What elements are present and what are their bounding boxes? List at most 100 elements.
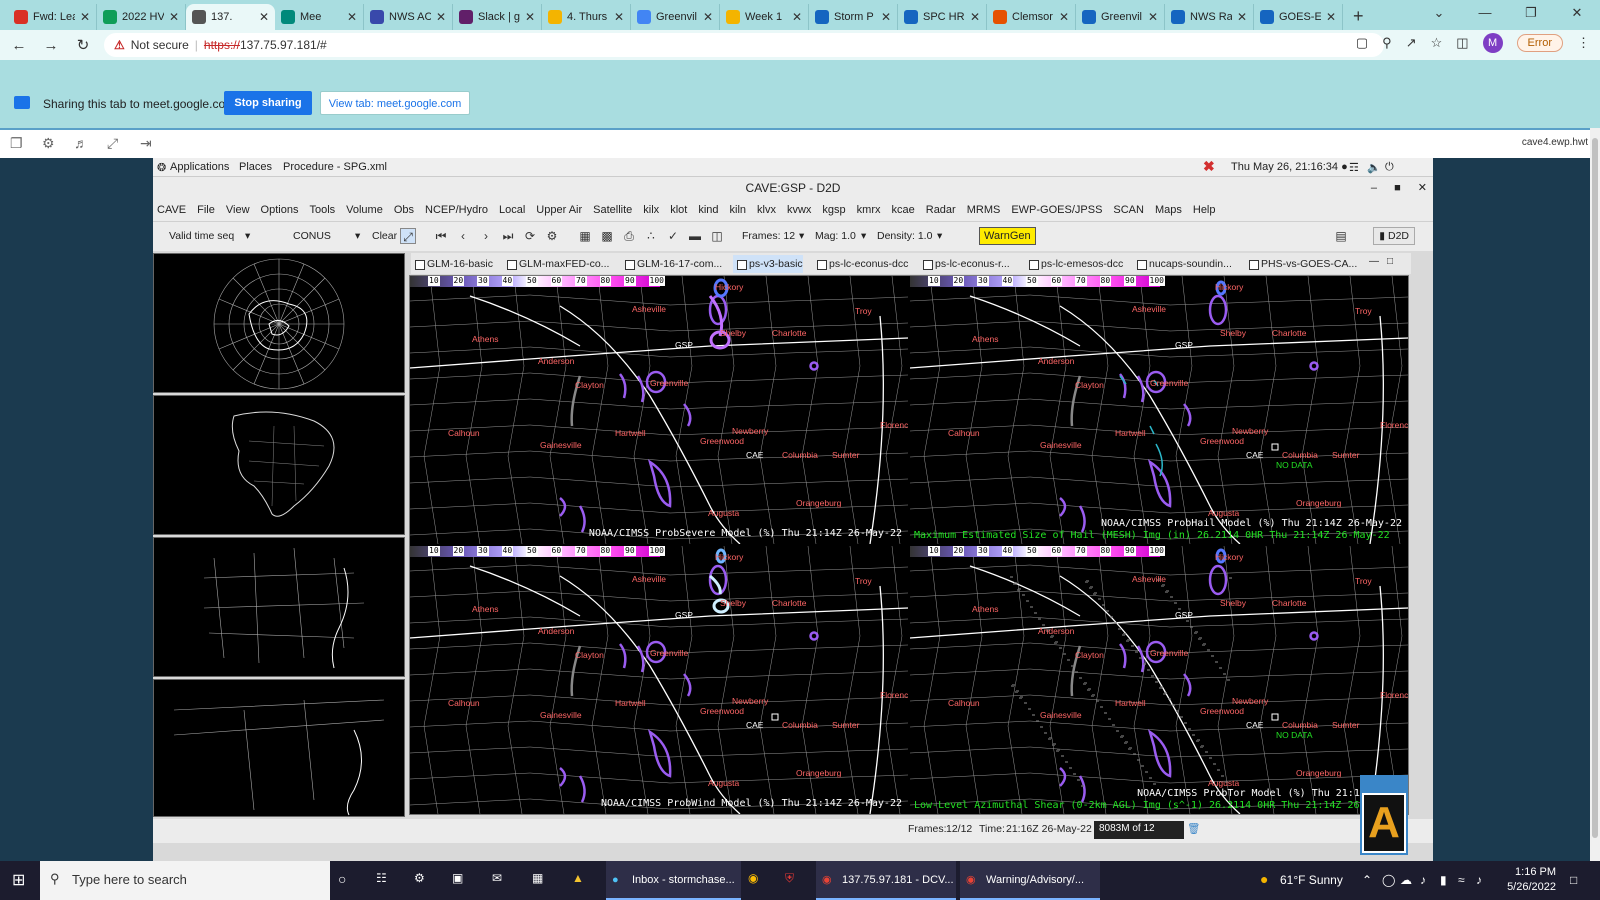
audio-icon[interactable]: ♬ (74, 135, 88, 151)
cave-menu-item[interactable]: CAVE (157, 204, 186, 216)
side-panel-east-us[interactable] (153, 537, 405, 677)
close-tab-icon[interactable]: ✕ (525, 10, 535, 24)
four-panel-display[interactable]: 10 20 30 40 50 60 70 80 90 100 Hickory Asheville Tro… (409, 275, 1409, 815)
cave-menu-item[interactable]: Maps (1155, 204, 1182, 216)
cave-menu-item[interactable]: SCAN (1113, 204, 1144, 216)
density-select[interactable]: Density: 1.0 (877, 230, 932, 242)
first-frame-icon[interactable]: ⏮ (433, 228, 449, 244)
new-tab-button[interactable]: + (1343, 4, 1374, 30)
cave-menu-item[interactable]: Upper Air (536, 204, 582, 216)
location-icon[interactable]: ◯ (1382, 873, 1395, 887)
trash-icon[interactable]: 🗑 (1187, 822, 1200, 835)
settings-icon[interactable]: ⚙ (414, 871, 425, 885)
cave-menu-item[interactable]: kmrx (857, 204, 881, 216)
browser-tab[interactable]: 137. ✕ (186, 4, 275, 30)
url-input[interactable]: ⚠ Not secure | https://137.75.97.181/# (104, 33, 1384, 57)
mag-select[interactable]: Mag: 1.0 (815, 230, 856, 242)
product-legend-secondary[interactable]: Low-Level Azimuthal Shear (0-2km AGL) Im… (914, 800, 1372, 811)
view-tab-button[interactable]: View tab: meet.google.com (320, 91, 470, 115)
mail-icon[interactable]: ✉ (492, 871, 502, 885)
browser-tab[interactable]: 4. Thurs ✕ (542, 4, 631, 30)
product-legend[interactable]: NOAA/CIMSS ProbSevere Model (%) Thu 21:1… (589, 528, 902, 539)
image-combination-icon[interactable]: ▩ (599, 228, 615, 244)
browser-tab[interactable]: GOES-E ✕ (1254, 4, 1343, 30)
side-panel-north-america[interactable] (153, 395, 405, 535)
close-tab-icon[interactable]: ✕ (436, 10, 446, 24)
cave-menu-item[interactable]: klvx (757, 204, 776, 216)
browser-tab[interactable]: NWS AC ✕ (364, 4, 453, 30)
close-tab-icon[interactable]: ✕ (1148, 10, 1158, 24)
cave-menu-item[interactable]: Tools (309, 204, 335, 216)
taskbar-app-dcv[interactable]: ◉ 137.75.97.181 - DCV... (816, 861, 956, 900)
time-mode-select[interactable]: Valid time seq (169, 230, 234, 242)
cave-menu-item[interactable]: kiln (730, 204, 747, 216)
menu-kebab-icon[interactable]: ⋮ (1577, 35, 1590, 51)
browser-tab[interactable]: Storm P ✕ (809, 4, 898, 30)
close-tab-icon[interactable]: ✕ (970, 10, 980, 24)
close-tab-icon[interactable]: ✕ (614, 10, 624, 24)
weather-sun-icon[interactable]: ● (1260, 871, 1268, 887)
step-back-icon[interactable]: ‹ (455, 228, 471, 244)
close-window-icon[interactable]: ✕ (1554, 0, 1600, 28)
pane-tab[interactable]: GLM-16-17-com... (621, 255, 722, 273)
cortana-icon[interactable]: ○ (338, 871, 346, 887)
close-tab-icon[interactable]: ✕ (259, 10, 269, 24)
frames-dropdown-icon[interactable]: ▾ (799, 230, 804, 242)
pane-tab[interactable]: GLM-maxFED-co... (503, 255, 609, 273)
speaker-icon[interactable]: ♪ (1476, 873, 1482, 887)
close-tab-icon[interactable]: ✕ (80, 10, 90, 24)
side-panel-icon[interactable]: ◫ (1456, 35, 1468, 51)
forward-icon[interactable]: → (40, 37, 62, 54)
cave-menu-item[interactable]: Help (1193, 204, 1216, 216)
applications-menu[interactable]: Applications (170, 161, 229, 173)
microphone-icon[interactable]: ♪ (1420, 873, 1426, 887)
share-icon[interactable]: ↗ (1406, 35, 1417, 51)
cave-menu-item[interactable]: Satellite (593, 204, 632, 216)
pane-tab[interactable]: ps-lc-emesos-dcc (1025, 255, 1123, 273)
cave-menu-item[interactable]: Radar (926, 204, 956, 216)
chrome-icon[interactable]: ◉ (748, 871, 758, 885)
maximize-pane-icon[interactable]: □ (1387, 256, 1393, 267)
side-panel-regional[interactable] (153, 679, 405, 817)
cloud-icon[interactable]: ☁ (1400, 873, 1412, 887)
loop-icon[interactable]: ⟳ (522, 228, 538, 244)
side-panel-polar[interactable] (153, 253, 405, 393)
pane-tab[interactable]: ps-lc-econus-r... (919, 255, 1010, 273)
cave-close-icon[interactable]: ✕ (1418, 182, 1427, 194)
cave-menu-item[interactable]: Volume (346, 204, 383, 216)
pane-tab[interactable]: ps-lc-econus-dcc (813, 255, 908, 273)
pane-tab[interactable]: PHS-vs-GOES-CA... (1245, 255, 1357, 273)
close-tab-icon[interactable]: ✕ (169, 10, 179, 24)
map-pane-probwind[interactable]: 10 20 30 40 50 60 70 80 90 100 Hickory Asheville Tro… (410, 546, 908, 814)
reload-icon[interactable]: ↻ (72, 36, 94, 54)
settings-gear-icon[interactable]: ⚙ (42, 135, 55, 152)
close-x-icon[interactable]: ✖ (1203, 158, 1215, 175)
close-tab-icon[interactable]: ✕ (347, 10, 357, 24)
cave-menu-item[interactable]: View (226, 204, 250, 216)
cave-menu-item[interactable]: Local (499, 204, 525, 216)
close-tab-icon[interactable]: ✕ (1059, 10, 1069, 24)
back-icon[interactable]: ← (8, 37, 30, 54)
weather-label[interactable]: 61°F Sunny (1280, 873, 1343, 887)
power-icon[interactable]: ⏻ (1385, 161, 1394, 174)
taskbar-app-edge-inbox[interactable]: ● Inbox - stormchase... (606, 861, 741, 900)
image-properties-icon[interactable]: ▦ (577, 228, 593, 244)
map-pane-probtor[interactable]: 10 20 30 40 50 60 70 80 90 100 Hickory Asheville Tro… (910, 546, 1408, 814)
cave-menu-item[interactable]: klot (670, 204, 687, 216)
cave-menu-item[interactable]: MRMS (967, 204, 1001, 216)
browser-tab[interactable]: Mee ✕ (275, 4, 364, 30)
cave-menu-item[interactable]: Obs (394, 204, 414, 216)
file-explorer-icon[interactable]: ▲ (572, 871, 584, 885)
sample-icon[interactable]: ✓ (665, 228, 681, 244)
restore-icon[interactable]: ❐ (1508, 0, 1554, 28)
install-icon[interactable]: ▢ (1356, 35, 1368, 51)
loop-properties-icon[interactable]: ⚙ (544, 228, 560, 244)
close-tab-icon[interactable]: ✕ (881, 10, 891, 24)
frames-select[interactable]: Frames: 12 (742, 230, 795, 242)
layout-icon[interactable]: ◫ (709, 228, 725, 244)
map-pane-probhail[interactable]: 10 20 30 40 50 60 70 80 90 100 Hickory Asheville Tro… (910, 276, 1408, 544)
not-secure-label[interactable]: Not secure (131, 38, 189, 52)
browser-tab[interactable]: Fwd: Lea ✕ (8, 4, 97, 30)
windows-start-icon[interactable]: ⊞ (12, 870, 25, 890)
perspective-icon[interactable]: ▤ (1333, 228, 1349, 244)
